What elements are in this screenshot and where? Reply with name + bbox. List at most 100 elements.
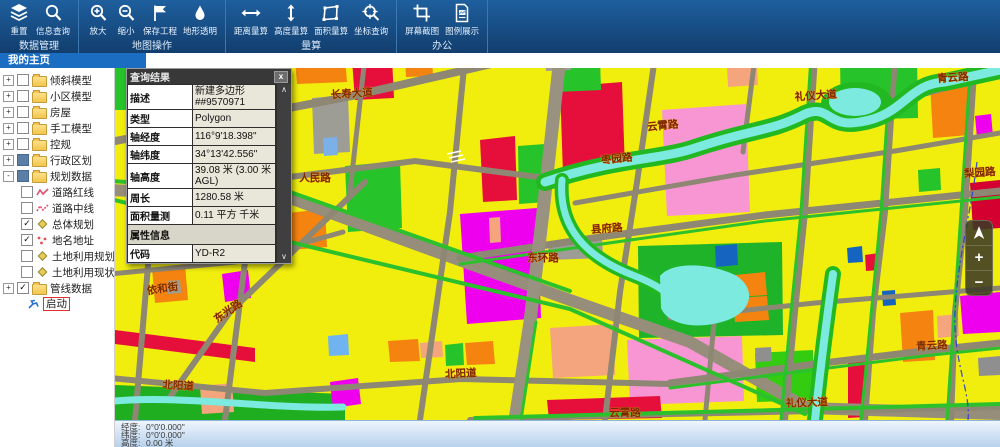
tree-item-landuse-status[interactable]: 土地利用现状	[0, 264, 114, 280]
compass-button[interactable]	[966, 221, 992, 245]
save-project-button[interactable]: 保存工程	[143, 3, 177, 37]
road-label: 礼仪大道	[786, 395, 829, 409]
map-viewport[interactable]: 长寿大道 人民路 云霄路 礼仪大道 青云路 枣园路 梨园路 县府路 东环路 东光…	[115, 68, 1000, 447]
popup-scrollbar[interactable]: ∧ ∨	[276, 84, 291, 263]
popup-header[interactable]: 查询结果 x	[127, 69, 291, 84]
checkbox-checked[interactable]: ✓	[21, 234, 33, 246]
checkbox[interactable]	[21, 186, 33, 198]
tree-item-district-model[interactable]: + 小区模型	[0, 88, 114, 104]
toolbar-group-data: 重置 信息查询 数据管理	[0, 0, 79, 53]
zoom-out-button[interactable]: 缩小	[115, 3, 137, 37]
folder-icon	[32, 92, 47, 103]
tree-item-place-names[interactable]: ✓ 地名地址	[0, 232, 114, 248]
tree-item-master-plan[interactable]: ✓ 总体规划	[0, 216, 114, 232]
popup-row-label: 类型	[128, 110, 192, 127]
popup-row-label: 轴高度	[128, 164, 192, 188]
tree-item-houses[interactable]: + 房屋	[0, 104, 114, 120]
road-label: 梨园路	[963, 165, 997, 180]
expand-icon[interactable]: +	[3, 75, 14, 86]
checkbox[interactable]	[21, 250, 33, 262]
folder-icon	[32, 76, 47, 87]
tree-item-planning-data[interactable]: - 规划数据	[0, 168, 114, 184]
expand-icon[interactable]: +	[3, 283, 14, 294]
terrain-transparency-button[interactable]: 地形透明	[183, 3, 217, 37]
area-measure-button[interactable]: 面积量算	[314, 3, 348, 37]
coordinate-query-button[interactable]: 坐标查询	[354, 3, 388, 37]
popup-title: 查询结果	[130, 69, 170, 84]
info-query-button[interactable]: 信息查询	[36, 3, 70, 37]
scroll-up-icon[interactable]: ∧	[281, 86, 287, 94]
checkbox[interactable]	[17, 122, 29, 134]
flag-icon	[149, 3, 171, 23]
checkbox[interactable]	[17, 74, 29, 86]
crop-icon	[411, 3, 433, 23]
crosshair-search-icon	[360, 3, 382, 23]
tab-my-homepage[interactable]: 我的主页	[0, 53, 146, 68]
tree-item-tilt-model[interactable]: + 倾斜模型	[0, 72, 114, 88]
tree-item-road-redline[interactable]: 道路红线	[0, 184, 114, 200]
tree-item-landuse-plan[interactable]: 土地利用规划	[0, 248, 114, 264]
expand-icon[interactable]: +	[3, 107, 14, 118]
popup-row-value: 39.08 米 (3.00 米 AGL)	[193, 164, 275, 188]
map-zoom-out-button[interactable]: −	[966, 270, 992, 295]
main-toolbar: 重置 信息查询 数据管理 放大 缩小 保存工程	[0, 0, 1000, 53]
road-label: 北阳道	[445, 366, 478, 381]
tree-item-admin-division[interactable]: + 行政区划	[0, 152, 114, 168]
close-icon[interactable]: x	[274, 71, 288, 83]
north-arrow-icon	[970, 224, 988, 242]
checkbox-checked[interactable]: ✓	[17, 282, 29, 294]
tree-item-start[interactable]: 启动	[0, 296, 114, 312]
reset-button[interactable]: 重置	[8, 3, 30, 37]
tree-item-road-centerline[interactable]: 道路中线	[0, 200, 114, 216]
popup-row-value: 1280.58 米	[193, 189, 275, 206]
checkbox[interactable]	[21, 202, 33, 214]
scroll-down-icon[interactable]: ∨	[281, 253, 287, 261]
zoom-in-icon	[87, 3, 109, 23]
dots-icon	[36, 235, 49, 246]
droplet-icon	[189, 3, 211, 23]
zoom-out-icon	[115, 3, 137, 23]
road-label: 青云路	[916, 338, 949, 353]
checkbox[interactable]	[17, 138, 29, 150]
tree-item-regulatory-plan[interactable]: + 控规	[0, 136, 114, 152]
diamond-icon	[36, 219, 49, 230]
coordinate-status-bar: 经度: 0°0'0.000" 纬度: 0°0'0.000" 高度: 0.00 米	[115, 420, 1000, 447]
checkbox-checked[interactable]: ✓	[21, 218, 33, 230]
tree-item-pipeline-data[interactable]: + ✓ 管线数据	[0, 280, 114, 296]
diamond-icon	[36, 251, 49, 262]
altitude-label: 高度:	[121, 439, 146, 447]
tab-row: 我的主页	[0, 53, 1000, 68]
map-zoom-in-button[interactable]: +	[966, 245, 992, 270]
expand-icon[interactable]: +	[3, 155, 14, 166]
expand-icon[interactable]: +	[3, 123, 14, 134]
collapse-icon[interactable]: -	[3, 171, 14, 182]
toolbar-group-measure: 距离量算 高度量算 面积量算 坐标查询 量算	[226, 0, 397, 53]
centerline-icon	[36, 203, 49, 214]
popup-row-label: 轴纬度	[128, 146, 192, 163]
expand-icon[interactable]: +	[3, 139, 14, 150]
checkbox[interactable]	[17, 90, 29, 102]
search-icon	[42, 3, 64, 23]
legend-display-button[interactable]: 图例展示	[445, 3, 479, 37]
popup-row-label: 轴经度	[128, 128, 192, 145]
checkbox[interactable]	[21, 266, 33, 278]
layer-tree-sidebar: + 倾斜模型 + 小区模型 + 房屋 + 手工模型 + 控规	[0, 68, 115, 447]
screenshot-button[interactable]: 屏幕截图	[405, 3, 439, 37]
tree-item-manual-model[interactable]: + 手工模型	[0, 120, 114, 136]
popup-row-value: 116°9'18.398"	[193, 128, 275, 145]
height-measure-button[interactable]: 高度量算	[274, 3, 308, 37]
popup-row-label: 描述	[128, 85, 192, 109]
start-label-selected: 启动	[43, 297, 70, 311]
road-label: 县府路	[591, 221, 624, 236]
checkbox[interactable]	[17, 154, 29, 166]
zoom-in-button[interactable]: 放大	[87, 3, 109, 37]
road-label: 青云路	[937, 70, 970, 85]
expand-icon[interactable]: +	[3, 91, 14, 102]
checkbox[interactable]	[17, 106, 29, 118]
query-result-popup: 查询结果 x 描述 新建多边形 ##9570971 类型 Polygon 轴经度…	[126, 68, 292, 264]
diamond-icon	[36, 267, 49, 278]
road-label: 云霄路	[609, 406, 641, 419]
checkbox[interactable]	[17, 170, 29, 182]
popup-row-label: 周长	[128, 189, 192, 206]
distance-measure-button[interactable]: 距离量算	[234, 3, 268, 37]
